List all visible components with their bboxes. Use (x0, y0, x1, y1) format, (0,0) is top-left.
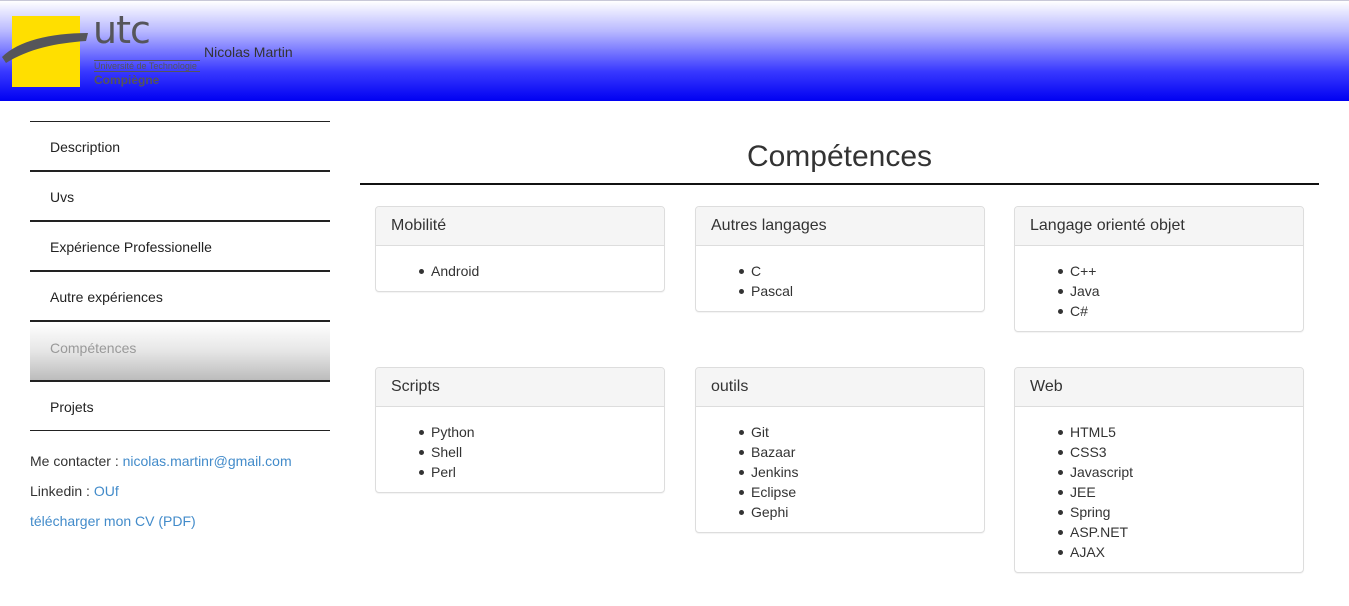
panel-web: Web HTML5 CSS3 Javascript JEE Spring ASP… (1014, 367, 1304, 573)
linkedin-label: Linkedin : (30, 483, 94, 499)
title-divider (360, 183, 1319, 185)
panel-langage-oriente-objet: Langage orienté objet C++ Java C# (1014, 206, 1304, 332)
logo-university-line: Université de Technologie (94, 60, 200, 72)
list-item: C (739, 261, 969, 281)
list-item: Android (419, 261, 649, 281)
panel-body: Android (376, 246, 664, 291)
header-name: Nicolas Martin (204, 44, 293, 60)
page-title: Compétences (746, 140, 933, 173)
linkedin-row: Linkedin : OUf (30, 482, 292, 512)
cv-row: télécharger mon CV (PDF) (30, 512, 292, 542)
panel-body: Python Shell Perl (376, 407, 664, 492)
list-item: JEE (1058, 482, 1288, 502)
panel-body: C Pascal (696, 246, 984, 311)
contact-label: Me contacter : (30, 453, 123, 469)
skill-list: C++ Java C# (1030, 261, 1288, 321)
list-item: Eclipse (739, 482, 969, 502)
skill-list: Python Shell Perl (391, 422, 649, 482)
list-item: ASP.NET (1058, 522, 1288, 542)
list-item: Spring (1058, 502, 1288, 522)
page-header: utc Université de Technologie Compiègne … (0, 0, 1349, 101)
list-item: C++ (1058, 261, 1288, 281)
panel-title: Scripts (376, 368, 664, 407)
sidebar-item-projets[interactable]: Projets (30, 380, 330, 430)
email-link[interactable]: nicolas.martinr@gmail.com (123, 453, 292, 469)
panel-title: Autres langages (696, 207, 984, 246)
skill-list: C Pascal (711, 261, 969, 301)
list-item: Bazaar (739, 442, 969, 462)
panel-body: HTML5 CSS3 Javascript JEE Spring ASP.NET… (1015, 407, 1303, 572)
sidebar-item-autre-experiences[interactable]: Autre expériences (30, 270, 330, 320)
panel-title: outils (696, 368, 984, 407)
list-item: Git (739, 422, 969, 442)
contact-section: Me contacter : nicolas.martinr@gmail.com… (30, 452, 292, 542)
list-item: HTML5 (1058, 422, 1288, 442)
list-item: CSS3 (1058, 442, 1288, 462)
logo-city-line: Compiègne (94, 73, 160, 87)
sidebar-nav: Description Uvs Expérience Professionell… (30, 121, 330, 431)
sidebar-item-experience-professionelle[interactable]: Expérience Professionelle (30, 220, 330, 270)
panel-body: C++ Java C# (1015, 246, 1303, 331)
sidebar-item-uvs[interactable]: Uvs (30, 170, 330, 220)
sidebar-item-description[interactable]: Description (30, 121, 330, 170)
logo-swoosh-icon (2, 33, 88, 63)
utc-logo[interactable]: utc Université de Technologie Compiègne (0, 8, 205, 91)
panel-body: Git Bazaar Jenkins Eclipse Gephi (696, 407, 984, 532)
list-item: Java (1058, 281, 1288, 301)
linkedin-link[interactable]: OUf (94, 483, 119, 499)
list-item: Javascript (1058, 462, 1288, 482)
list-item: Pascal (739, 281, 969, 301)
panel-scripts: Scripts Python Shell Perl (375, 367, 665, 493)
skill-list: Android (391, 261, 649, 281)
panel-autres-langages: Autres langages C Pascal (695, 206, 985, 312)
logo-brand: utc (93, 8, 151, 52)
panel-title: Web (1015, 368, 1303, 407)
download-cv-link[interactable]: télécharger mon CV (PDF) (30, 513, 196, 529)
list-item: Jenkins (739, 462, 969, 482)
panel-title: Mobilité (376, 207, 664, 246)
list-item: Gephi (739, 502, 969, 522)
list-item: Python (419, 422, 649, 442)
skill-list: Git Bazaar Jenkins Eclipse Gephi (711, 422, 969, 522)
panel-mobilite: Mobilité Android (375, 206, 665, 292)
panel-title: Langage orienté objet (1015, 207, 1303, 246)
contact-email-row: Me contacter : nicolas.martinr@gmail.com (30, 452, 292, 482)
list-item: AJAX (1058, 542, 1288, 562)
list-item: Shell (419, 442, 649, 462)
list-item: C# (1058, 301, 1288, 321)
sidebar-item-competences[interactable]: Compétences (30, 320, 330, 380)
panel-outils: outils Git Bazaar Jenkins Eclipse Gephi (695, 367, 985, 533)
skill-list: HTML5 CSS3 Javascript JEE Spring ASP.NET… (1030, 422, 1288, 562)
list-item: Perl (419, 462, 649, 482)
